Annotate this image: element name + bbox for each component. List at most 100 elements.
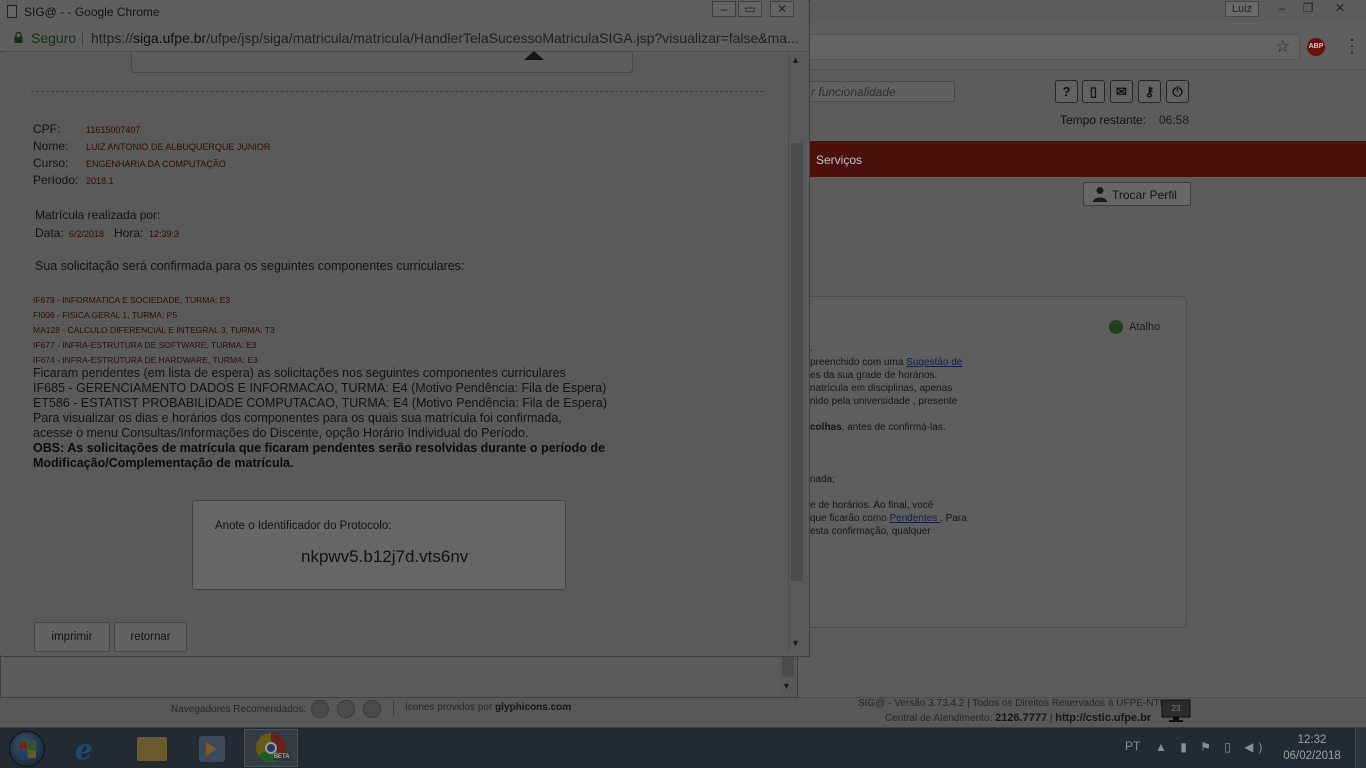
periodo-label: Período: bbox=[33, 173, 79, 187]
instructions-link[interactable]: Pendentes bbox=[890, 513, 941, 524]
periodo-value: 2018.1 bbox=[86, 176, 114, 186]
restore-icon[interactable]: ❐ bbox=[1296, 1, 1320, 17]
windows-logo-icon bbox=[28, 741, 36, 749]
chrome-icon[interactable] bbox=[337, 700, 355, 718]
pending-course: ET586 - ESTATIST PROBABILIDADE COMPUTACA… bbox=[33, 396, 608, 410]
address-divider bbox=[82, 32, 83, 46]
instructions-line: e de horários. Ao final, você bbox=[810, 500, 934, 511]
underlying-window-strip bbox=[0, 657, 798, 698]
profile-badge[interactable]: Luiz bbox=[1225, 1, 1259, 17]
adblock-icon[interactable]: ABP bbox=[1307, 38, 1325, 56]
support-link[interactable]: http://cstic.ufpe.br bbox=[1055, 712, 1151, 724]
language-indicator[interactable]: PT bbox=[1125, 739, 1140, 753]
instructions-panel bbox=[808, 296, 1187, 628]
mail-icon[interactable]: ✉ bbox=[1110, 80, 1133, 103]
glyphicons-credit: Ícones providos por glyphicons.com bbox=[405, 702, 572, 713]
play-icon bbox=[206, 742, 217, 756]
bookmark-star-icon[interactable]: ☆ bbox=[1275, 37, 1290, 57]
collapse-arrow-icon[interactable] bbox=[524, 51, 544, 60]
obs-note: OBS: As solicitações de matrícula que fi… bbox=[33, 441, 605, 455]
ie-icon[interactable] bbox=[363, 700, 381, 718]
strip-scroll-down-icon[interactable]: ▼ bbox=[782, 681, 791, 691]
confirmation-intro: Sua solicitação será confirmada para os … bbox=[35, 259, 465, 273]
collapsible-header[interactable] bbox=[131, 53, 633, 73]
obs-note: Modificação/Complementação de matrícula. bbox=[33, 456, 294, 470]
hora-value: 12:39:3 bbox=[149, 229, 180, 239]
popup-window-title: SIG@ - - Google Chrome bbox=[24, 5, 160, 19]
session-timer-value: 06:58 bbox=[1159, 113, 1190, 127]
power-icon[interactable]: ⏻ bbox=[1166, 80, 1189, 103]
support-text: Central de Atendimento: 2126.7777 | http… bbox=[885, 712, 1152, 724]
lock-icon bbox=[14, 32, 23, 43]
instructions-line: nada; bbox=[810, 474, 836, 485]
instructions-line: que ficarão como Pendentes , Para bbox=[810, 513, 967, 524]
manual-book-icon[interactable]: ▯ bbox=[1082, 80, 1105, 103]
user-icon bbox=[1093, 187, 1107, 202]
background-address-bar[interactable] bbox=[808, 34, 1300, 60]
data-value: 6/2/2018 bbox=[69, 229, 105, 239]
firefox-icon[interactable] bbox=[311, 700, 329, 718]
cpf-value: 11615007407 bbox=[86, 125, 141, 135]
beta-badge: BETA bbox=[273, 754, 291, 760]
start-button[interactable] bbox=[9, 731, 45, 767]
monitor-icon[interactable]: 23 bbox=[1161, 699, 1191, 723]
folder-icon bbox=[137, 737, 167, 761]
secure-label: Seguro bbox=[31, 30, 77, 46]
help-icon[interactable]: ? bbox=[1055, 80, 1078, 103]
instructions-line: esta confirmação, qualquer bbox=[810, 526, 931, 537]
change-profile-label: Trocar Perfil bbox=[1112, 188, 1177, 202]
popup-maximize-icon[interactable]: ▭ bbox=[738, 1, 762, 17]
shortcut-label[interactable]: Atalho bbox=[1129, 321, 1160, 333]
shortcut-icon[interactable] bbox=[1109, 320, 1123, 334]
pending-course: IF685 - GERENCIAMENTO DADOS E INFORMACAO… bbox=[33, 381, 607, 395]
monitor-badge: 23 bbox=[1172, 704, 1181, 713]
function-search-input[interactable]: r funcionalidade bbox=[808, 81, 955, 102]
protocol-label: Anote o Identificador do Protocolo: bbox=[215, 520, 392, 532]
data-label: Data: bbox=[35, 226, 64, 240]
confirmed-course: IF677 - INFRA-ESTRUTURA DE SOFTWARE, TUR… bbox=[33, 340, 257, 350]
confirmed-course: IF679 - INFORMATICA E SOCIEDADE, TURMA: … bbox=[33, 295, 231, 305]
section-divider bbox=[31, 91, 763, 92]
popup-close-icon[interactable]: ✕ bbox=[770, 1, 794, 17]
change-profile-button[interactable]: Trocar Perfil bbox=[1083, 182, 1191, 206]
recommended-browsers-label: Navegadores Recomendados: bbox=[171, 704, 307, 715]
menu-item-servicos[interactable]: Serviços bbox=[816, 153, 862, 167]
page-icon bbox=[7, 5, 17, 18]
return-button[interactable]: retornar bbox=[114, 622, 187, 652]
system-tray-icons[interactable]: ▲ ▮ ⚑ ▯ ◀) bbox=[1155, 740, 1267, 754]
chrome-center-icon bbox=[265, 742, 277, 754]
clock-date[interactable]: 06/02/2018 bbox=[1280, 750, 1344, 762]
confirmed-course: FI006 - FISICA GERAL 1, TURMA: P5 bbox=[33, 310, 178, 320]
url-text[interactable]: https://siga.ufpe.br/ufpe/jsp/siga/matri… bbox=[91, 30, 803, 46]
main-menu-bar bbox=[808, 141, 1366, 177]
scroll-up-icon[interactable]: ▲ bbox=[791, 55, 800, 65]
glyphicons-link[interactable]: glyphicons.com bbox=[495, 702, 571, 713]
footer-divider bbox=[393, 700, 394, 716]
schedule-hint: acesse o menu Consultas/Informações do D… bbox=[33, 426, 529, 440]
clock-time[interactable]: 12:32 bbox=[1280, 734, 1344, 746]
hora-label: Hora: bbox=[114, 226, 144, 240]
protocol-box bbox=[192, 500, 566, 590]
minimize-icon[interactable]: ‒ bbox=[1270, 1, 1294, 17]
pending-header: Ficaram pendentes (em lista de espera) a… bbox=[33, 366, 566, 380]
protocol-id: nkpwv5.b12j7d.vts6nv bbox=[301, 547, 469, 566]
cpf-label: CPF: bbox=[33, 122, 61, 136]
windows-logo-icon bbox=[19, 750, 27, 758]
print-button[interactable]: imprimir bbox=[34, 622, 110, 652]
chrome-menu-icon[interactable]: ⋮ bbox=[1343, 36, 1361, 57]
scrollbar-thumb[interactable] bbox=[791, 143, 803, 581]
nome-value: LUIZ ANTONIO DE ALBUQUERQUE JUNIOR bbox=[86, 142, 271, 152]
internet-explorer-icon: e bbox=[75, 733, 93, 766]
key-icon[interactable]: ⚷ bbox=[1138, 80, 1161, 103]
strip-scrollbar-thumb[interactable] bbox=[782, 657, 794, 677]
scroll-down-icon[interactable]: ▼ bbox=[791, 638, 800, 648]
instructions-line: nido pela universidade , presente bbox=[810, 396, 958, 407]
nome-label: Nome: bbox=[33, 139, 69, 153]
show-desktop-button[interactable] bbox=[1355, 728, 1366, 768]
windows-logo-icon bbox=[28, 750, 36, 758]
instructions-link[interactable]: Sugestão de bbox=[906, 357, 962, 368]
popup-minimize-icon[interactable]: ‒ bbox=[712, 1, 736, 17]
confirmed-course: IF674 - INFRA-ESTRUTURA DE HARDWARE, TUR… bbox=[33, 355, 258, 365]
close-icon[interactable]: ✕ bbox=[1328, 1, 1352, 17]
instructions-line: preenchido com uma Sugestão de bbox=[810, 357, 963, 368]
